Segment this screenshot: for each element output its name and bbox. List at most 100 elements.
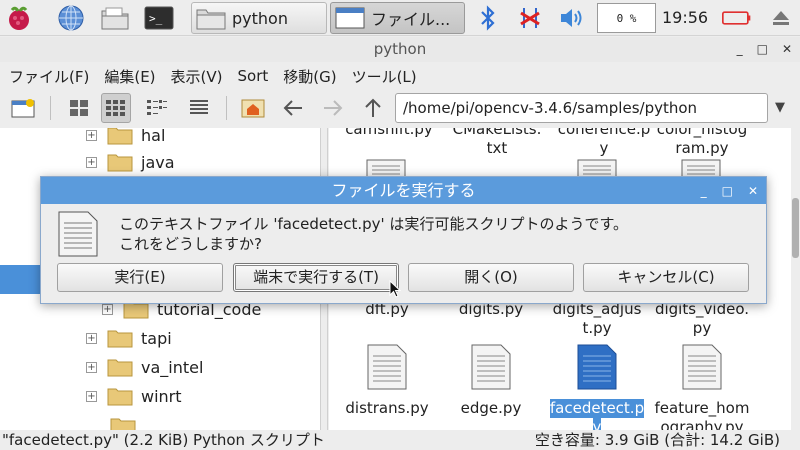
home-icon[interactable] [238,93,268,123]
menu-edit[interactable]: 編集(E) [104,66,155,87]
cancel-button[interactable]: キャンセル(C) [583,263,749,292]
file-item[interactable]: feature_hom ography.py [647,344,757,430]
file-name: coherence.p [557,128,651,138]
folder-icon [196,9,226,30]
taskbar: >_ python ファイル... 0 % 19:56 [0,0,800,36]
file-item[interactable]: digits_video. py [647,300,757,338]
expand-icon[interactable]: + [102,303,113,315]
statusbar: "facedetect.py" (2.2 KiB) Python スクリプト 空… [0,430,800,450]
cpu-monitor: 0 % [597,3,656,33]
window-title: python [373,40,427,58]
file-name: CMakeLists. [452,128,542,138]
scrollbar-thumb[interactable] [792,198,799,258]
file-item[interactable]: color_histog ram.py [647,128,757,158]
text-file-icon [366,159,406,178]
expand-icon[interactable]: + [86,332,97,344]
tree-item[interactable]: + tapi [86,326,172,350]
expand-icon[interactable]: + [86,390,97,402]
file-name: ography.py [660,418,744,430]
network-disconnected-icon[interactable] [515,3,545,33]
new-window-icon[interactable] [8,93,38,123]
tree-item[interactable]: + java [86,150,175,174]
expand-icon[interactable]: + [86,129,97,141]
file-item-selected[interactable]: facedetect.p y [542,344,652,430]
status-selection-info: "facedetect.py" (2.2 KiB) Python スクリプト [2,431,325,449]
tree-item-label: va_intel [141,357,204,377]
dialog-message: このテキストファイル 'facedetect.py' は実行可能スクリプトのよう… [119,214,628,254]
folder-icon [110,418,136,430]
file-item[interactable]: camshift.py [334,128,444,139]
view-icons-icon[interactable] [64,93,94,123]
view-list-icon[interactable] [184,93,214,123]
maximize-icon[interactable]: □ [722,184,733,198]
eject-icon[interactable] [766,3,796,33]
folder-icon [107,330,133,348]
text-file-icon [577,344,617,390]
task-file-dialog[interactable]: ファイル... [330,2,465,34]
tree-item[interactable]: + hal [86,128,165,147]
execute-button[interactable]: 実行(E) [57,263,223,292]
tree-item[interactable]: + winrt [86,384,182,408]
tree-item-label: hal [141,128,166,145]
forward-arrow-icon[interactable] [318,93,348,123]
file-name: y [592,418,602,430]
volume-icon[interactable] [557,3,587,33]
vertical-scrollbar[interactable] [791,128,800,430]
execute-in-terminal-button[interactable]: 端末で実行する(T) [233,263,399,292]
dialog-titlebar: ファイルを実行する [41,177,766,204]
window-icon [335,7,365,29]
view-thumbnails-icon[interactable] [101,93,131,123]
menubar: ファイル(F) 編集(E) 表示(V) Sort 移動(G) ツール(L) [0,63,800,89]
chevron-down-icon[interactable]: ▼ [775,100,785,115]
file-name: edge.py [460,399,522,417]
task-python-window[interactable]: python [191,2,327,34]
path-input[interactable]: /home/pi/opencv-3.4.6/samples/python [395,93,768,123]
terminal-icon[interactable]: >_ [144,3,174,33]
dialog-message-line: このテキストファイル 'facedetect.py' は実行可能スクリプトのよう… [119,215,628,233]
file-name: distrans.py [345,399,429,417]
battery-icon[interactable] [722,3,752,33]
close-icon[interactable]: ✕ [748,184,758,198]
file-item[interactable]: coherence.p y [549,128,659,158]
open-button[interactable]: 開く(O) [408,263,574,292]
bluetooth-icon[interactable] [473,3,503,33]
toolbar-separator [50,96,51,120]
menu-file[interactable]: ファイル(F) [9,66,89,87]
web-browser-icon[interactable] [56,3,86,33]
menu-go[interactable]: 移動(G) [283,66,336,87]
text-file-icon [682,344,722,390]
minimize-icon[interactable]: _ [737,37,743,62]
cpu-value: 0 % [616,11,637,25]
menu-sort[interactable]: Sort [238,67,269,85]
tree-item-label: winrt [141,386,182,406]
menu-view[interactable]: 表示(V) [171,66,223,87]
execute-file-dialog: ファイルを実行する _ □ ✕ このテキストファイル 'facedetect.p… [40,176,767,304]
file-item[interactable]: CMakeLists. txt [442,128,552,158]
expand-icon[interactable]: + [86,156,97,168]
tree-item[interactable]: + va_intel [86,355,203,379]
raspberry-menu-icon[interactable] [4,3,34,33]
tree-item-partial[interactable] [110,414,144,430]
close-icon[interactable]: ✕ [782,37,792,62]
toolbar: /home/pi/opencv-3.4.6/samples/python ▼ [0,90,800,127]
folder-icon [107,359,133,377]
view-compact-icon[interactable] [142,93,172,123]
file-name: feature_hom [654,399,750,417]
up-arrow-icon[interactable] [358,93,388,123]
file-item[interactable]: distrans.py [332,344,442,418]
file-item[interactable]: digits_adjus t.py [542,300,652,338]
minimize-icon[interactable]: _ [701,184,707,198]
file-manager-icon[interactable] [100,3,130,33]
file-name: t.py [582,319,612,337]
file-name: y [599,139,609,157]
back-arrow-icon[interactable] [278,93,308,123]
maximize-icon[interactable]: □ [757,37,768,62]
expand-icon[interactable]: + [86,361,97,373]
svg-text:>_: >_ [149,12,163,25]
file-name: py [692,319,712,337]
task-label: ファイル... [371,10,451,29]
file-name: ram.py [675,139,729,157]
menu-tools[interactable]: ツール(L) [352,66,417,87]
clock[interactable]: 19:56 [662,8,708,27]
file-item[interactable]: edge.py [436,344,546,418]
